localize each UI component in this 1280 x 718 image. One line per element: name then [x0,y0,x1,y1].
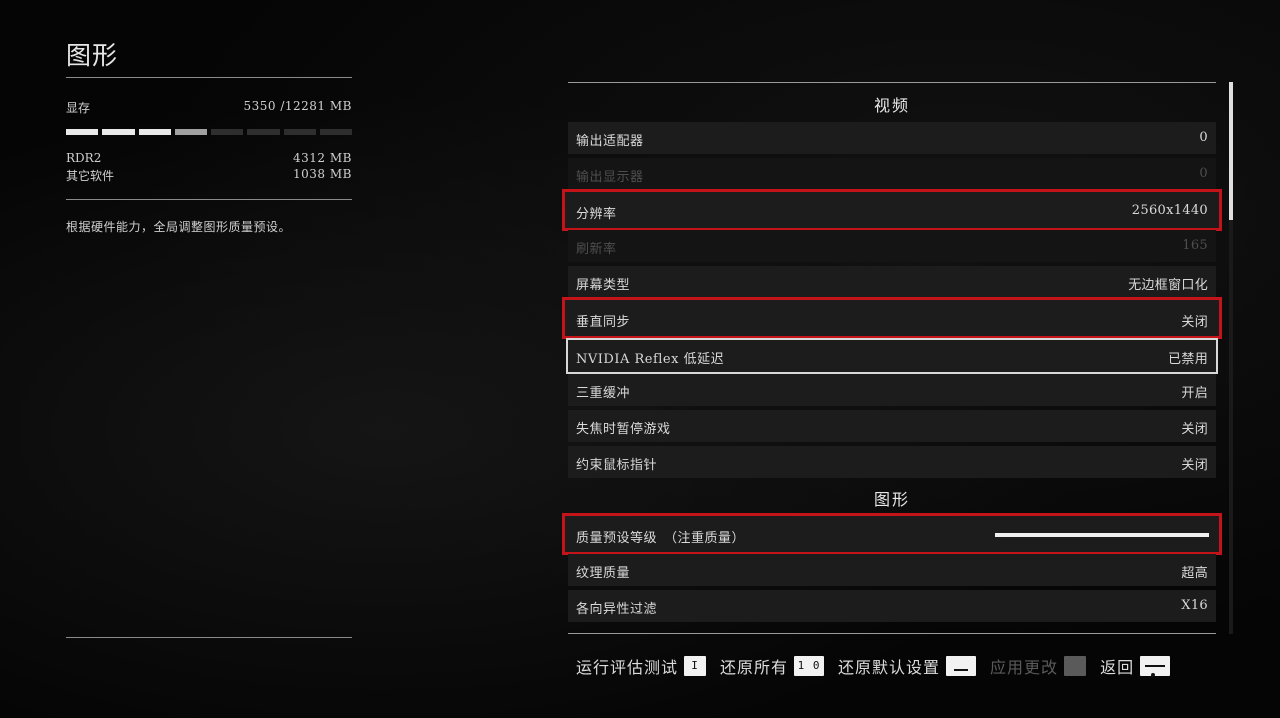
setting-value: 165 [1182,238,1208,253]
vram-bar-segment [283,129,316,135]
divider [568,82,1216,83]
setting-value: 0 [1199,166,1208,181]
vram-bar-segment [66,129,99,135]
reset-all-button[interactable]: 还原所有 1 0 [720,654,825,678]
setting-pause-on-focus-loss[interactable]: 失焦时暂停游戏 关闭 [568,410,1216,442]
rdr2-usage-row: RDR2 4312 MB [66,151,352,165]
other-software-row: 其它软件 1038 MB [66,167,352,184]
vram-bar-segment [138,129,171,135]
setting-label: 分辨率 [576,207,617,222]
run-benchmark-button[interactable]: 运行评估测试 I [576,654,707,678]
vram-bar-segment [319,129,352,135]
setting-label: 刷新率 [576,242,617,257]
setting-value: 0 [1199,130,1208,145]
run-benchmark-label: 运行评估测试 [576,658,679,677]
key-10-icon: 1 0 [794,656,825,676]
settings-list: 视频 输出适配器 0 输出显示器 0 分辨率 2560x1440 刷新率 165… [562,82,1222,634]
setting-value: 关闭 [1181,422,1208,437]
spacebar-key-icon [946,656,977,676]
apply-changes-label: 应用更改 [990,658,1059,677]
setting-quality-preset[interactable]: 质量预设等级 （注重质量） [562,513,1222,555]
vram-row: 显存 5350 /12281 MB [66,99,352,116]
setting-label: 三重缓冲 [576,386,631,401]
divider [568,633,1216,634]
reset-all-label: 还原所有 [720,658,789,677]
quality-preset-slider-fill [995,533,1209,537]
setting-label: 输出显示器 [576,170,644,185]
setting-nvidia-reflex[interactable]: NVIDIA Reflex 低延迟 已禁用 [566,338,1218,374]
setting-label: 各向异性过滤 [576,602,658,617]
footer-prompts: 运行评估测试 I 还原所有 1 0 还原默认设置 应用更改 返回 [576,653,1184,679]
apply-changes-button[interactable]: 应用更改 [990,654,1087,678]
vram-bar-segment [102,129,135,135]
divider [66,199,352,200]
rdr2-value: 4312 MB [293,151,352,165]
setting-value: 开启 [1181,386,1208,401]
setting-anisotropic-filtering[interactable]: 各向异性过滤 X16 [568,590,1216,622]
setting-confine-cursor[interactable]: 约束鼠标指针 关闭 [568,446,1216,478]
vram-bar-segment [174,129,207,135]
setting-label: 质量预设等级 （注重质量） [576,531,746,546]
setting-label: 失焦时暂停游戏 [576,422,671,437]
setting-output-monitor: 输出显示器 0 [568,158,1216,190]
setting-label: 输出适配器 [576,134,644,149]
divider [66,77,352,78]
setting-value: 2560x1440 [1131,203,1208,218]
setting-texture-quality[interactable]: 纹理质量 超高 [568,554,1216,586]
setting-label: 垂直同步 [576,315,631,330]
scrollbar-thumb[interactable] [1229,82,1233,220]
setting-value: 关闭 [1181,458,1208,473]
restore-defaults-label: 还原默认设置 [838,658,941,677]
setting-description: 根据硬件能力，全局调整图形质量预设。 [66,220,292,234]
setting-vsync[interactable]: 垂直同步 关闭 [562,297,1222,339]
vram-bar-segment [211,129,244,135]
quality-preset-slider[interactable] [995,533,1209,537]
setting-value: 已禁用 [1168,352,1208,367]
rdr2-label: RDR2 [66,151,102,165]
vram-label: 显存 [66,101,91,115]
setting-label: NVIDIA Reflex 低延迟 [576,352,725,367]
vram-value: 5350 /12281 MB [243,99,352,113]
restore-defaults-button[interactable]: 还原默认设置 [838,654,977,678]
escape-key-icon [1140,656,1171,676]
enter-key-icon [1064,656,1087,676]
settings-scrollbar[interactable] [1229,82,1233,634]
setting-value: 关闭 [1181,315,1208,330]
section-header-graphics: 图形 [873,490,910,509]
section-header-video: 视频 [873,96,910,115]
setting-triple-buffering[interactable]: 三重缓冲 开启 [568,374,1216,406]
setting-value: 超高 [1181,566,1208,581]
other-software-value: 1038 MB [293,167,352,181]
setting-refresh-rate: 刷新率 165 [568,230,1216,262]
back-label: 返回 [1100,658,1135,677]
setting-value: X16 [1181,598,1208,613]
key-i-icon: I [684,656,707,676]
setting-value: 无边框窗口化 [1128,278,1208,293]
vram-usage-bar [66,129,352,135]
back-button[interactable]: 返回 [1100,654,1171,678]
vram-bar-segment [247,129,280,135]
other-software-label: 其它软件 [66,169,115,183]
page-title: 图形 [66,41,119,70]
setting-output-adapter[interactable]: 输出适配器 0 [568,122,1216,154]
setting-resolution[interactable]: 分辨率 2560x1440 [562,189,1222,231]
setting-label: 约束鼠标指针 [576,458,658,473]
setting-screen-type[interactable]: 屏幕类型 无边框窗口化 [568,266,1216,298]
setting-label: 屏幕类型 [576,278,631,293]
setting-label: 纹理质量 [576,566,631,581]
divider [66,637,352,638]
